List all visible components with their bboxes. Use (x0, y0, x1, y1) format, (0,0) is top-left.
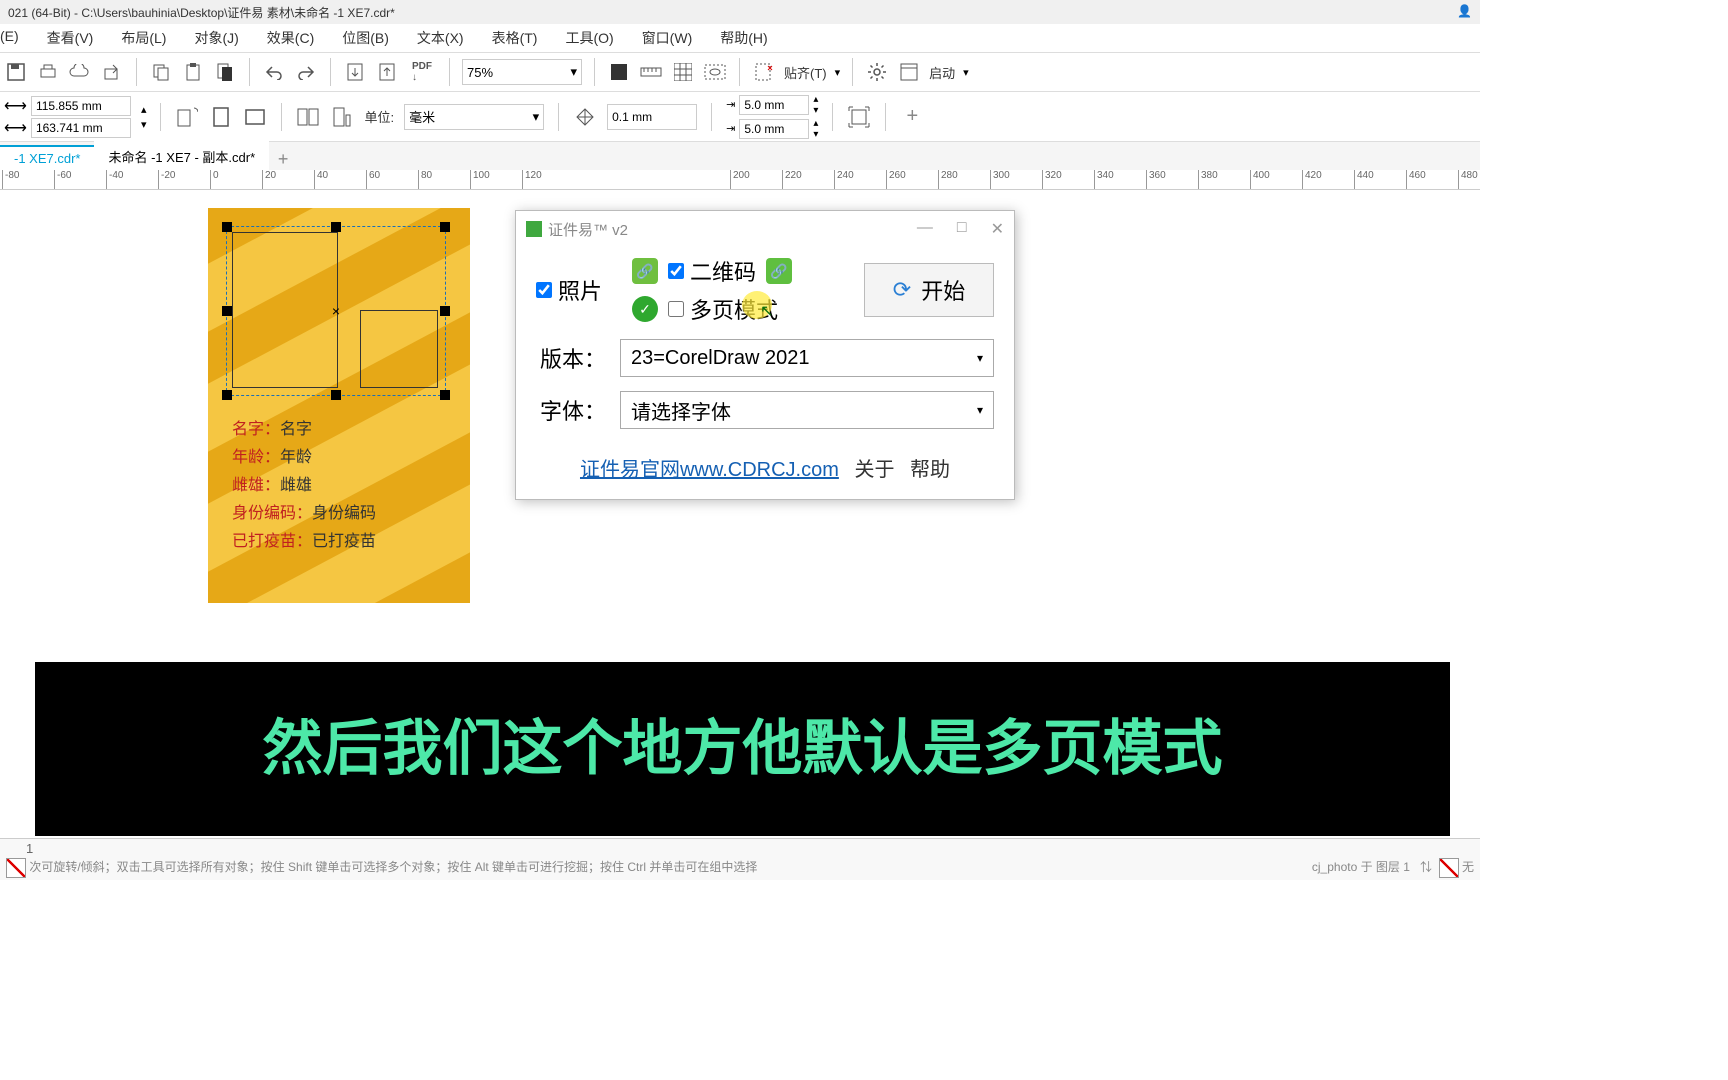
menu-edit[interactable]: (E) (0, 28, 19, 48)
version-select[interactable]: 23=CorelDraw 2021▾ (620, 339, 994, 377)
refresh-icon: ⟳ (893, 277, 911, 303)
pdf-icon[interactable]: PDF↓ (407, 60, 437, 84)
cloud-icon[interactable] (68, 60, 92, 84)
preview-icon[interactable] (703, 60, 727, 84)
menu-effects[interactable]: 效果(C) (267, 28, 314, 48)
fullscreen-icon[interactable] (607, 60, 631, 84)
add-icon[interactable]: + (900, 105, 924, 129)
nudge-icon (573, 105, 597, 129)
width-icon: ⟷ (4, 96, 27, 116)
orientation-icon[interactable] (175, 105, 199, 129)
ruler-icon[interactable] (639, 60, 663, 84)
title-bar: 021 (64-Bit) - C:\Users\bauhinia\Desktop… (0, 0, 1480, 24)
dup-x-input[interactable] (739, 95, 809, 115)
fill2-swatch[interactable] (1439, 858, 1459, 878)
grid-icon[interactable] (671, 60, 695, 84)
qr-checkbox[interactable]: 二维码 (668, 255, 756, 287)
dialog-title: 证件易™ v2 (548, 219, 628, 240)
unit-select[interactable]: 毫米▾ (404, 104, 544, 130)
clear-icon[interactable] (752, 60, 776, 84)
nudge-input[interactable] (607, 104, 697, 130)
website-link[interactable]: 证件易官网www.CDRCJ.com (580, 459, 839, 481)
font-label: 字体： (536, 394, 606, 426)
minimize-icon[interactable]: — (917, 219, 933, 239)
print-icon[interactable] (36, 60, 60, 84)
about-link[interactable]: 关于 (854, 459, 894, 481)
pages-icon[interactable] (296, 105, 320, 129)
window-icon[interactable] (897, 60, 921, 84)
portrait-icon[interactable] (209, 105, 233, 129)
version-label: 版本： (536, 342, 606, 374)
undo-icon[interactable] (262, 60, 286, 84)
settings-icon[interactable] (865, 60, 889, 84)
maximize-icon[interactable]: □ (957, 219, 967, 239)
selection-center-icon: × (332, 303, 340, 319)
user-icon[interactable]: 👤 (1457, 4, 1472, 20)
redo-icon[interactable] (294, 60, 318, 84)
menu-table[interactable]: 表格(T) (492, 28, 538, 48)
landscape-icon[interactable] (243, 105, 267, 129)
status-hint: 次可旋转/倾斜；双击工具可选择所有对象；按住 Shift 键单击可选择多个对象；… (29, 860, 757, 874)
app-icon (526, 221, 542, 237)
unit-label: 单位: (364, 107, 394, 126)
menu-help[interactable]: 帮助(H) (720, 28, 767, 48)
menu-bar: (E) 查看(V) 布局(L) 对象(J) 效果(C) 位图(B) 文本(X) … (0, 24, 1480, 52)
menu-layout[interactable]: 布局(L) (121, 28, 166, 48)
menu-view[interactable]: 查看(V) (47, 28, 94, 48)
help-link[interactable]: 帮助 (910, 459, 950, 481)
menu-window[interactable]: 窗口(W) (642, 28, 693, 48)
swap-icon[interactable]: ⇅ (1420, 860, 1432, 874)
height-input[interactable] (31, 118, 131, 138)
snap-label[interactable]: 贴齐(T) (784, 63, 827, 82)
width-input[interactable] (31, 96, 131, 116)
status-bar: 1 次可旋转/倾斜；双击工具可选择所有对象；按住 Shift 键单击可选择多个对… (0, 838, 1480, 880)
page-number: 1 (26, 841, 33, 856)
photo-checkbox[interactable]: 照片 (536, 274, 602, 306)
import-icon[interactable] (343, 60, 367, 84)
fill-label: 无 (1462, 860, 1474, 874)
selection-box[interactable]: × (226, 226, 446, 396)
card-fields: 名字：名字年龄：年龄雌雄：雌雄身份编码：身份编码已打疫苗：已打疫苗 (232, 416, 376, 556)
menu-bitmap[interactable]: 位图(B) (342, 28, 389, 48)
bleed-icon[interactable] (847, 105, 871, 129)
window-title: 021 (64-Bit) - C:\Users\bauhinia\Desktop… (8, 4, 395, 20)
check-icon[interactable]: ✓ (632, 296, 658, 322)
clipboard-icon[interactable] (213, 60, 237, 84)
close-icon[interactable]: ✕ (991, 219, 1004, 239)
property-bar: ⟷ ⟷ ▴▾ 单位: 毫米▾ ⇥▴▾ ⇥▴▾ + (0, 92, 1480, 142)
subtitle-overlay: 然后我们这个地方他默认是多页模式 (35, 662, 1450, 836)
plugin-dialog: 证件易™ v2 — □ ✕ 照片 🔗 二维码 🔗 ✓ (515, 210, 1015, 500)
start-button[interactable]: ⟳ 开始 (864, 263, 994, 317)
copy-icon[interactable] (149, 60, 173, 84)
export-icon[interactable] (100, 60, 124, 84)
tab-add[interactable]: + (269, 149, 297, 170)
save-icon[interactable] (4, 60, 28, 84)
paste-icon[interactable] (181, 60, 205, 84)
object-info: cj_photo 于 图层 1 (1312, 860, 1410, 874)
dup-y-input[interactable] (739, 119, 809, 139)
tab-doc1[interactable]: -1 XE7.cdr* (0, 145, 94, 170)
fill-swatch[interactable] (6, 858, 26, 878)
main-toolbar: PDF↓ 75%▾ 贴齐(T)▾ 启动▾ (0, 52, 1480, 92)
height-icon: ⟷ (4, 118, 27, 138)
zoom-select[interactable]: 75%▾ (462, 59, 582, 85)
document-tabs: -1 XE7.cdr* 未命名 -1 XE7 - 副本.cdr* + (0, 142, 1480, 170)
menu-tools[interactable]: 工具(O) (565, 28, 613, 48)
font-select[interactable]: 请选择字体▾ (620, 391, 994, 429)
menu-text[interactable]: 文本(X) (417, 28, 464, 48)
page-icon[interactable] (330, 105, 354, 129)
export2-icon[interactable] (375, 60, 399, 84)
link2-icon[interactable]: 🔗 (766, 258, 792, 284)
horizontal-ruler: -80-60-40-200204060801001202002202402602… (0, 170, 1480, 190)
launch-label[interactable]: 启动 (929, 63, 955, 82)
tab-doc2[interactable]: 未命名 -1 XE7 - 副本.cdr* (94, 141, 269, 170)
link-icon[interactable]: 🔗 (632, 258, 658, 284)
menu-object[interactable]: 对象(J) (194, 28, 238, 48)
